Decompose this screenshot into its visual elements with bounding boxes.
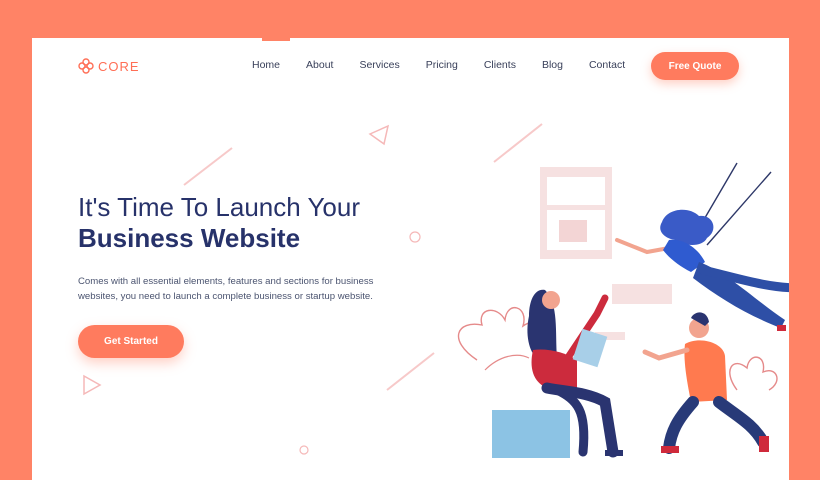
hero-illustration <box>457 162 789 458</box>
page-frame: CORE Home About Services Pricing Clients… <box>32 38 789 480</box>
hero-headline: It's Time To Launch Your Business Websit… <box>78 192 360 254</box>
headline-line-2: Business Website <box>78 223 301 253</box>
hero-description: Comes with all essential elements, featu… <box>78 276 374 302</box>
headline-line-1: It's Time To Launch Your <box>78 192 361 222</box>
get-started-button[interactable]: Get Started <box>78 325 184 358</box>
